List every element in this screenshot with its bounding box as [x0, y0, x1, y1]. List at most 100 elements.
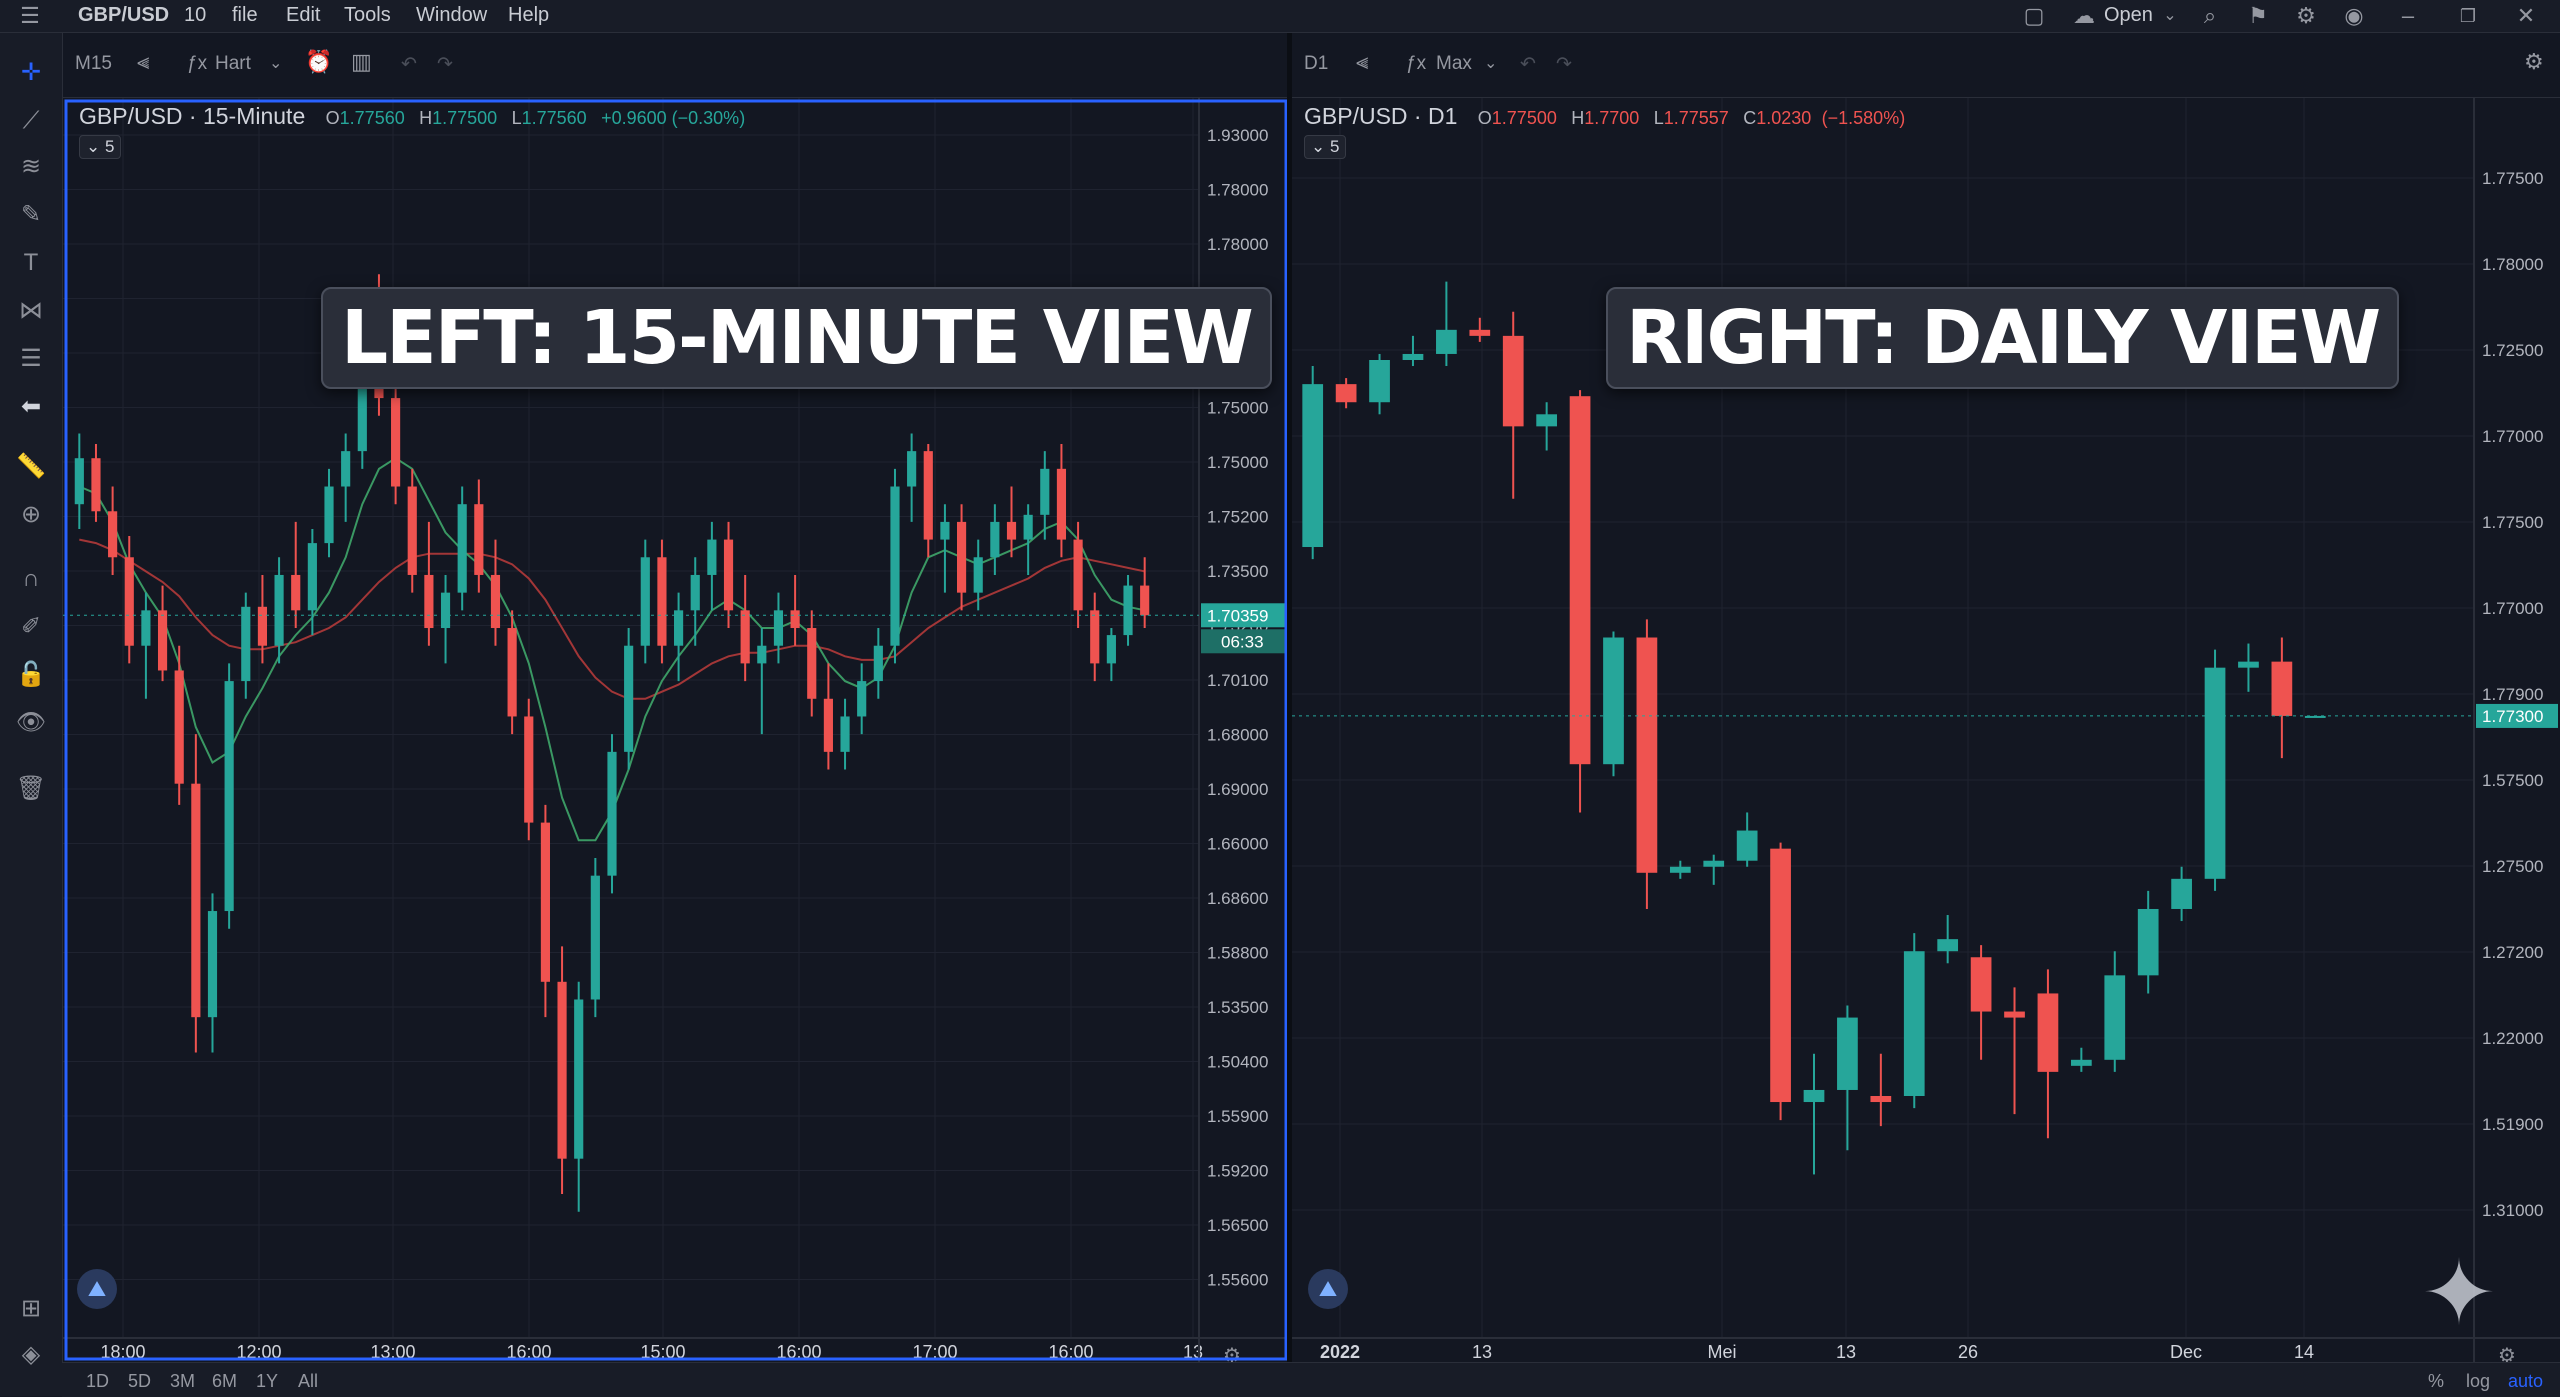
magnet-icon[interactable]: ∩ [15, 563, 47, 595]
menu-window[interactable]: Window [416, 4, 487, 27]
axis-gear-icon: ⚙ [2498, 1343, 2516, 1362]
menu-help[interactable]: Help [508, 4, 549, 27]
pattern-icon[interactable]: ⋈ [15, 295, 47, 327]
right-indicator-button[interactable]: Max [1436, 53, 1472, 75]
candle-type-icon[interactable]: ⫷ [1356, 49, 1368, 75]
redo-icon[interactable]: ↷ [1556, 53, 1572, 76]
object-tree-icon[interactable]: ⊞ [15, 1293, 47, 1325]
right-indicator-count: 5 [1329, 137, 1340, 156]
interval-button[interactable]: 10 [184, 4, 206, 27]
y-tick-label: 1.93000 [1207, 126, 1268, 145]
auto-toggle[interactable]: auto [2508, 1371, 2543, 1392]
candle-body [757, 645, 767, 664]
candle-body [2171, 878, 2192, 909]
percent-toggle[interactable]: % [2428, 1371, 2444, 1392]
brush-icon[interactable]: ✎ [15, 199, 47, 231]
candle-body [907, 451, 917, 487]
candle-body [923, 451, 933, 540]
camera-icon[interactable]: ◉ [2340, 2, 2368, 30]
replay-icon[interactable]: ▥ [351, 49, 372, 75]
ruler-icon[interactable]: 📏 [15, 451, 47, 483]
gear-icon[interactable]: ⚙ [2524, 49, 2544, 75]
eye-icon[interactable]: 👁 [15, 707, 47, 739]
y-tick-label: 1.77000 [2482, 427, 2543, 446]
range-all-button[interactable]: All [298, 1371, 318, 1392]
left-overlay-label: LEFT: 15-MINUTE VIEW [321, 287, 1272, 389]
left-legend: GBP/USD · 15-Minute O1.77560 H1.77500 L1… [79, 103, 746, 129]
candle-body [940, 521, 950, 540]
candle-body [2238, 661, 2259, 668]
lock-pencil-icon[interactable]: ✐ [15, 611, 47, 643]
minimize-icon[interactable]: – [2394, 2, 2422, 30]
candle-body [1106, 635, 1116, 664]
y-tick-label: 1.77000 [2482, 599, 2543, 618]
chart-logo-icon[interactable]: ⛰ [1308, 1269, 1348, 1309]
drawing-toolbar: ✛ ⟋ ≋ ✎ T ⋈ ☰ ⬅ 📏 ⊕ ∩ ✐ 🔓 👁 🗑 ⊞ ◈ [0, 33, 63, 1396]
y-tick-label: 1.31000 [2482, 1201, 2543, 1220]
trash-icon[interactable]: 🗑 [15, 773, 47, 805]
restore-icon[interactable]: ❐ [2454, 2, 2482, 30]
hamburger-menu-icon[interactable]: ☰ [16, 2, 44, 30]
candle-body [1870, 1096, 1892, 1103]
candle-body [624, 645, 634, 752]
left-indicator-toggle[interactable]: ⌄ 5 [79, 135, 122, 159]
open-button[interactable]: Open [2104, 4, 2153, 27]
range-1y-button[interactable]: 1Y [256, 1371, 278, 1392]
range-3m-button[interactable]: 3M [170, 1371, 195, 1392]
symbol-search-button[interactable]: GBP/USD [78, 4, 169, 27]
candle-body [207, 911, 218, 1018]
log-toggle[interactable]: log [2466, 1371, 2490, 1392]
left-indicator-button[interactable]: Hart [215, 53, 251, 75]
layers-icon[interactable]: ◈ [15, 1339, 47, 1371]
alert-clock-icon[interactable]: ⏰ [305, 49, 332, 75]
range-5d-button[interactable]: 5D [128, 1371, 151, 1392]
layout-icon[interactable]: ▢ [2020, 2, 2048, 30]
search-icon[interactable]: ⌕ [2196, 2, 2224, 30]
right-interval-button[interactable]: D1 [1304, 53, 1328, 75]
trend-line-icon[interactable]: ⟋ [15, 105, 47, 137]
close-icon[interactable]: ✕ [2512, 2, 2540, 30]
candle-body [424, 574, 434, 629]
candle-body [557, 981, 567, 1159]
menu-tools[interactable]: Tools [344, 4, 391, 27]
chevron-down-icon[interactable]: ⌄ [269, 53, 282, 73]
candle-body [2004, 1011, 2025, 1018]
back-arrow-icon[interactable]: ⬅ [15, 391, 47, 423]
y-tick-label: 1.27500 [2482, 857, 2543, 876]
indicators-fx-icon[interactable]: ƒx [187, 53, 207, 75]
alerts-icon[interactable]: ⚑ [2244, 2, 2272, 30]
undo-icon[interactable]: ↶ [1520, 53, 1536, 76]
right-overlay-label: RIGHT: DAILY VIEW [1606, 287, 2400, 389]
candle-type-icon[interactable]: ⫷ [137, 49, 149, 75]
cloud-icon[interactable]: ☁ [2070, 2, 2098, 30]
fib-icon[interactable]: ≋ [15, 151, 47, 183]
range-1d-button[interactable]: 1D [86, 1371, 109, 1392]
chevron-down-icon[interactable]: ⌄ [2156, 2, 2184, 30]
y-tick-label: 1.75200 [1207, 508, 1268, 527]
candle-body [973, 557, 983, 593]
chart-logo-icon[interactable]: ⛰ [77, 1269, 117, 1309]
prediction-icon[interactable]: ☰ [15, 343, 47, 375]
candle-body [1736, 830, 1758, 861]
zoom-icon[interactable]: ⊕ [15, 499, 47, 531]
menu-edit[interactable]: Edit [286, 4, 320, 27]
candle-body [124, 557, 134, 646]
y-tick-label: 1.59200 [1207, 1162, 1268, 1181]
chevron-down-icon[interactable]: ⌄ [1484, 53, 1497, 73]
text-icon[interactable]: T [15, 247, 47, 279]
candle-body [241, 606, 251, 682]
menu-file[interactable]: file [232, 4, 258, 27]
gear-icon[interactable]: ⚙ [2292, 2, 2320, 30]
undo-icon[interactable]: ↶ [401, 53, 417, 76]
crosshair-icon[interactable]: ✛ [15, 57, 47, 89]
y-tick-label: 1.55600 [1207, 1271, 1268, 1290]
indicators-fx-icon[interactable]: ƒx [1406, 53, 1426, 75]
lock-icon[interactable]: 🔓 [15, 659, 47, 691]
redo-icon[interactable]: ↷ [437, 53, 453, 76]
x-tick-label: Dec [2170, 1342, 2202, 1362]
candle-body [490, 574, 501, 629]
candle-body [590, 875, 600, 1000]
range-6m-button[interactable]: 6M [212, 1371, 237, 1392]
right-indicator-toggle[interactable]: ⌄ 5 [1304, 135, 1347, 159]
left-interval-button[interactable]: M15 [75, 53, 112, 75]
